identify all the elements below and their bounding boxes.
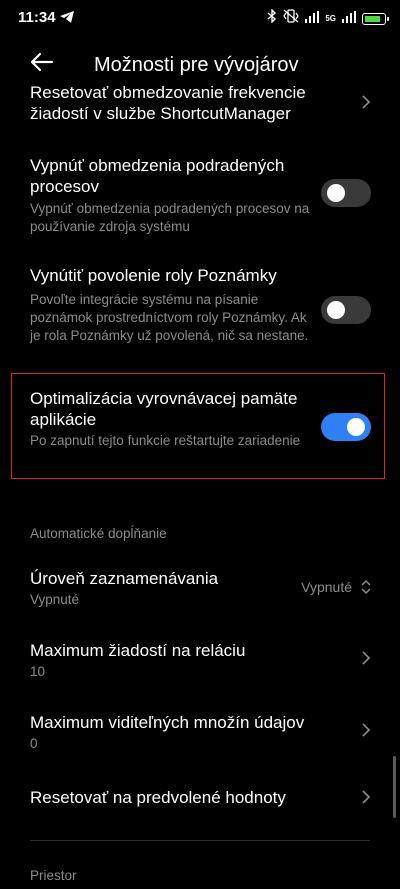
status-bar: 11:34 5G: [0, 0, 400, 36]
app-cache-optimization-toggle[interactable]: [321, 413, 371, 441]
arrow-left-icon: [30, 52, 54, 72]
chevron-right-icon: [362, 95, 371, 109]
signal-icon: [305, 10, 320, 28]
logging-level-value: Vypnuté: [301, 579, 352, 595]
row-title: Maximum viditeľných množín údajov: [30, 713, 305, 732]
child-process-limits-toggle[interactable]: [321, 179, 371, 207]
row-subtitle: Povoľte integrácie systému na písanie po…: [30, 292, 309, 343]
row-title: Resetovať obmedzovanie frekvencie žiados…: [30, 83, 306, 123]
row-title: Resetovať na predvolené hodnoty: [30, 788, 286, 807]
row-title: Maximum žiadostí na reláciu: [30, 641, 246, 660]
row-title: Vypnúť obmedzenia podradených procesov: [30, 156, 285, 196]
chevron-right-icon: [362, 790, 371, 804]
app-cache-optimization-row[interactable]: Optimalizácia vyrovnávacej pamäte apliká…: [0, 384, 400, 474]
chevron-updown-icon: [361, 579, 371, 595]
page-title: Možnosti pre vývojárov: [94, 54, 299, 76]
section-header-autofill: Automatické dopĺňanie: [30, 526, 167, 541]
row-subtitle: Vypnuté: [30, 592, 80, 607]
max-datasets-row[interactable]: Maximum viditeľných množín údajov 0: [0, 704, 400, 764]
section-header-space: Priestor: [30, 868, 77, 883]
chevron-right-icon: [362, 723, 371, 737]
row-subtitle: 0: [30, 736, 38, 751]
toggle-knob: [327, 184, 345, 202]
row-subtitle: Po zapnutí tejto funkcie reštartujte zar…: [30, 433, 301, 448]
vibrate-icon: [283, 9, 300, 28]
divider: [30, 840, 370, 841]
bluetooth-icon: [267, 8, 277, 28]
battery-icon: [362, 12, 389, 25]
reset-defaults-row[interactable]: Resetovať na predvolené hodnoty: [0, 776, 400, 820]
max-requests-row[interactable]: Maximum žiadostí na reláciu 10: [0, 632, 400, 692]
logging-level-row[interactable]: Úroveň zaznamenávania Vypnuté Vypnuté: [0, 560, 400, 620]
row-title: Optimalizácia vyrovnávacej pamäte apliká…: [30, 389, 298, 429]
signal-icon-2: [342, 10, 356, 28]
notes-role-row[interactable]: Vynútiť povolenie roly Poznámky Povoľte …: [0, 260, 400, 370]
shortcut-manager-reset-row[interactable]: Resetovať obmedzovanie frekvencie žiados…: [0, 80, 400, 130]
scrollbar[interactable]: [393, 756, 396, 818]
row-subtitle: 10: [30, 664, 46, 679]
status-time: 11:34: [18, 9, 56, 26]
telegram-icon: [60, 10, 74, 28]
child-process-limits-row[interactable]: Vypnúť obmedzenia podradených procesov V…: [0, 150, 400, 250]
row-subtitle: Vypnúť obmedzenia podradených procesov n…: [30, 201, 310, 234]
chevron-right-icon: [362, 651, 371, 665]
network-5g-label: 5G: [325, 14, 336, 23]
back-button[interactable]: [28, 48, 56, 76]
toggle-knob: [347, 418, 365, 436]
toggle-knob: [327, 301, 345, 319]
row-title: Úroveň zaznamenávania: [30, 569, 219, 588]
notes-role-toggle[interactable]: [321, 296, 371, 324]
row-title: Vynútiť povolenie roly Poznámky: [30, 266, 277, 285]
